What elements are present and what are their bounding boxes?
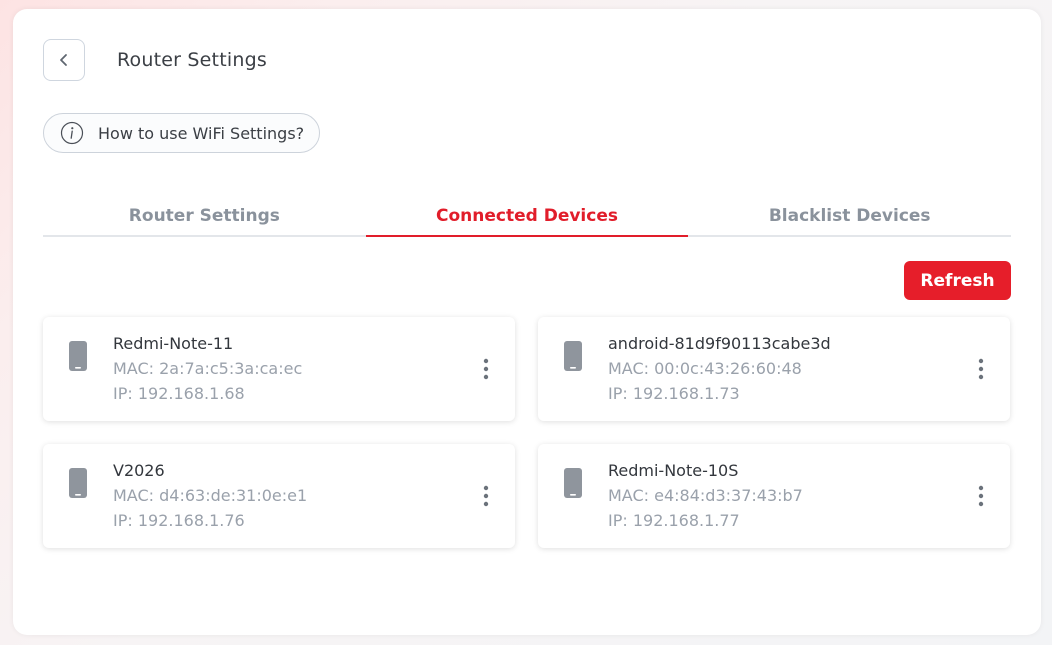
device-name: Redmi-Note-10S [608, 461, 739, 480]
device-mac: MAC: 2a:7a:c5:3a:ca:ec [113, 359, 303, 378]
device-name: V2026 [113, 461, 165, 480]
tab-router-settings[interactable]: Router Settings [43, 197, 366, 235]
more-options-button[interactable] [970, 355, 992, 383]
tab-connected-devices[interactable]: Connected Devices [365, 197, 689, 237]
more-options-button[interactable] [970, 482, 992, 510]
phone-icon [564, 341, 582, 371]
chevron-left-icon [60, 54, 67, 66]
device-name: android-81d9f90113cabe3d [608, 334, 831, 353]
device-ip: IP: 192.168.1.68 [113, 384, 245, 403]
device-card: V2026 MAC: d4:63:de:31:0e:e1 IP: 192.168… [43, 444, 515, 548]
device-ip: IP: 192.168.1.73 [608, 384, 740, 403]
page-title: Router Settings [117, 49, 267, 71]
back-button[interactable] [43, 39, 85, 81]
device-card: android-81d9f90113cabe3d MAC: 00:0c:43:2… [538, 317, 1010, 421]
wifi-help-label: How to use WiFi Settings? [98, 123, 305, 143]
device-name: Redmi-Note-11 [113, 334, 234, 353]
device-card: Redmi-Note-10S MAC: e4:84:d3:37:43:b7 IP… [538, 444, 1010, 548]
more-options-button[interactable] [475, 482, 497, 510]
tab-blacklist-devices[interactable]: Blacklist Devices [688, 197, 1011, 235]
device-ip: IP: 192.168.1.77 [608, 511, 740, 530]
device-mac: MAC: 00:0c:43:26:60:48 [608, 359, 802, 378]
device-mac: MAC: d4:63:de:31:0e:e1 [113, 486, 308, 505]
more-vertical-icon [483, 358, 489, 380]
settings-card: Router Settings How to use WiFi Settings… [13, 9, 1041, 635]
more-vertical-icon [978, 358, 984, 380]
wifi-help-button[interactable]: How to use WiFi Settings? [43, 113, 321, 153]
device-card: Redmi-Note-11 MAC: 2a:7a:c5:3a:ca:ec IP:… [43, 317, 515, 421]
more-vertical-icon [483, 485, 489, 507]
tab-bar: Router Settings Connected Devices Blackl… [43, 197, 1011, 237]
info-icon [60, 121, 84, 145]
phone-icon [564, 468, 582, 498]
phone-icon [69, 341, 87, 371]
more-vertical-icon [978, 485, 984, 507]
phone-icon [69, 468, 87, 498]
device-mac: MAC: e4:84:d3:37:43:b7 [608, 486, 803, 505]
device-ip: IP: 192.168.1.76 [113, 511, 245, 530]
refresh-button[interactable]: Refresh [904, 261, 1011, 300]
more-options-button[interactable] [475, 355, 497, 383]
